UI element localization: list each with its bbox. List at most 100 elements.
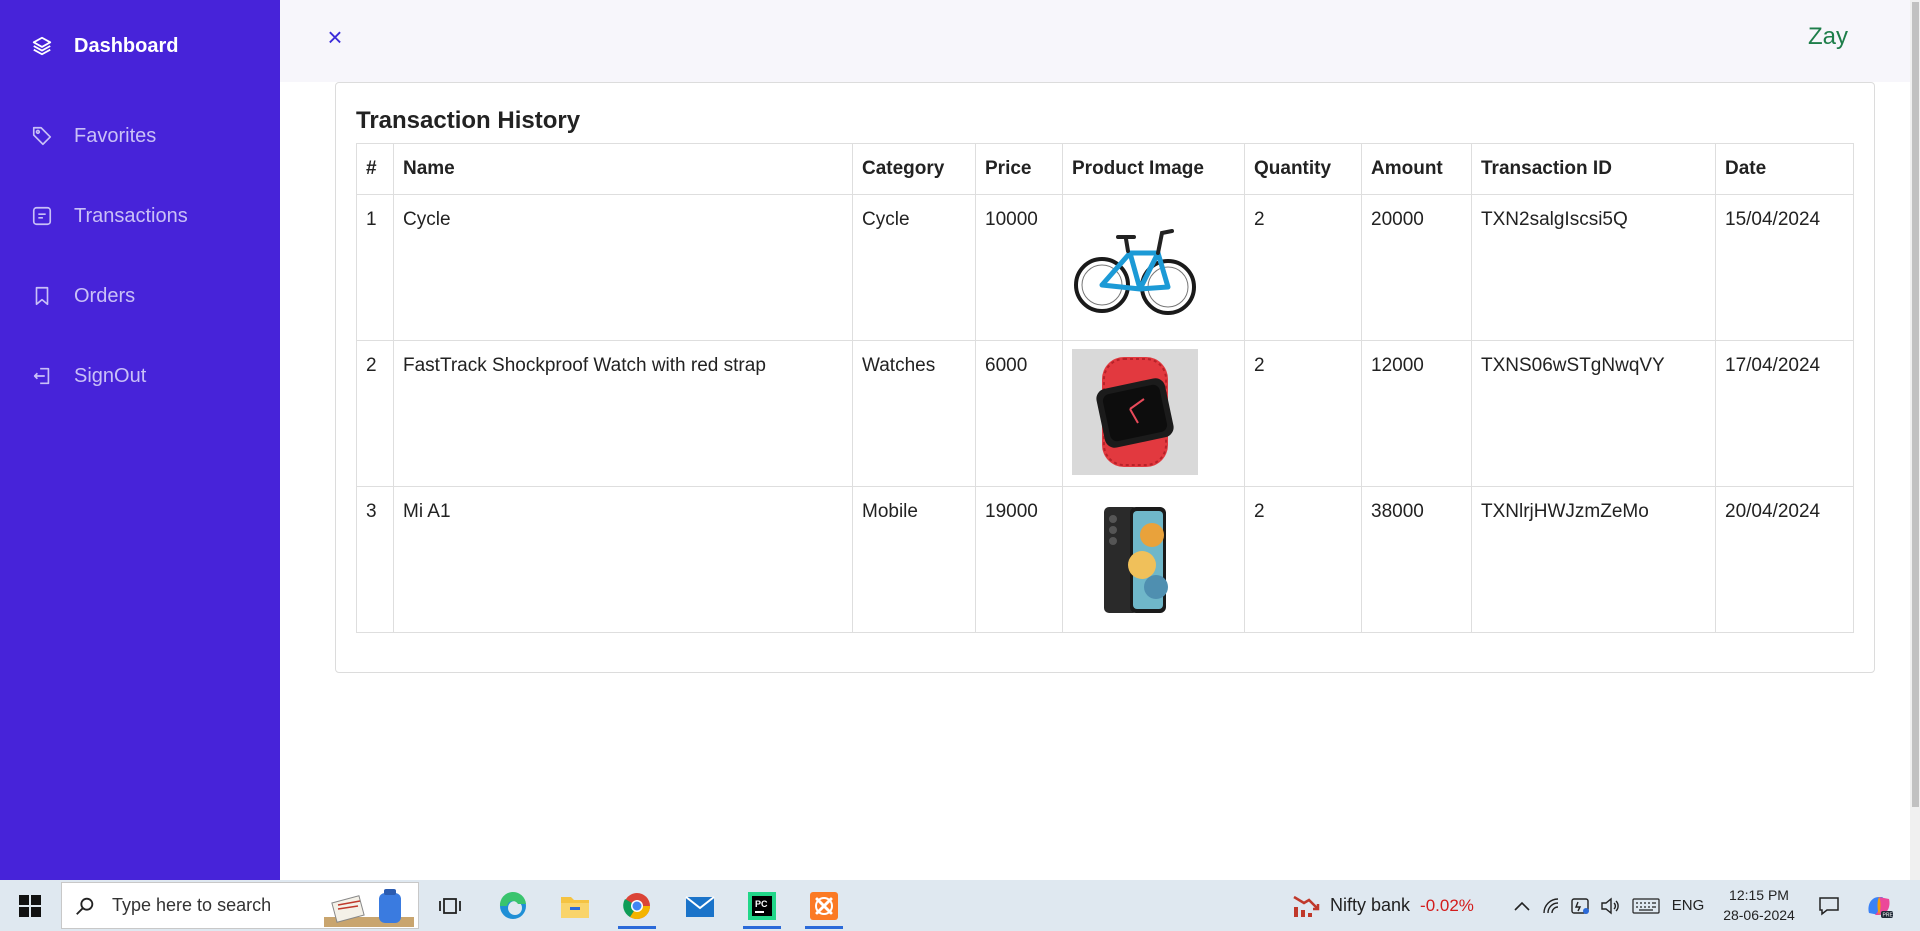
cell-price: 19000 [975, 486, 1063, 633]
top-header: × Zay [280, 0, 1912, 82]
chrome-browser-icon [623, 892, 651, 919]
windows-taskbar: Type here to search PC Nifty bank -0.02%… [0, 880, 1920, 931]
transaction-card: Transaction History # Name Category Pric… [335, 82, 1875, 673]
table-row: 1 Cycle Cycle 10000 2 20000 TXN2salgIscs… [356, 194, 1854, 341]
stock-widget[interactable]: Nifty bank -0.02% [1292, 880, 1474, 931]
copilot-button[interactable]: PRE [1862, 880, 1896, 931]
cell-quantity: 2 [1244, 194, 1362, 341]
cell-quantity: 2 [1244, 486, 1362, 633]
cell-date: 15/04/2024 [1715, 194, 1854, 341]
sidebar-item-transactions[interactable]: Transactions [28, 196, 188, 236]
copilot-icon: PRE [1868, 896, 1894, 918]
scrollbar-thumb[interactable] [1912, 2, 1919, 807]
volume-control[interactable] [1598, 880, 1624, 931]
sidebar-item-label: Favorites [74, 124, 157, 147]
sidebar-item-signout[interactable]: SignOut [28, 356, 146, 396]
sidebar-item-label: SignOut [74, 364, 147, 387]
sidebar-item-label: Transactions [74, 204, 188, 227]
column-header: Date [1715, 143, 1854, 195]
bicycle-image [1072, 203, 1198, 329]
wifi-status[interactable] [1540, 880, 1564, 931]
cell-name: Cycle [393, 194, 853, 341]
column-header: # [356, 143, 394, 195]
active-app-indicator [805, 926, 843, 929]
cell-price: 6000 [975, 340, 1063, 487]
widget-change: -0.02% [1420, 895, 1474, 915]
battery-status[interactable] [1568, 880, 1594, 931]
active-app-indicator [618, 926, 656, 929]
xampp-icon [810, 891, 838, 920]
table-header-row: # Name Category Price Product Image Quan… [356, 143, 1854, 195]
speaker-icon [1601, 897, 1619, 914]
cell-amount: 38000 [1361, 486, 1472, 633]
cell-name: FastTrack Shockproof Watch with red stra… [393, 340, 853, 487]
taskbar-search-box[interactable]: Type here to search [61, 882, 419, 929]
search-placeholder: Type here to search [112, 895, 272, 915]
sidebar-item-dashboard[interactable]: Dashboard [28, 26, 178, 66]
table-row: 3 Mi A1 Mobile 19000 2 38000 TXNlrjHWJzm… [356, 486, 1854, 633]
taskbar-app-pycharm[interactable]: PC [737, 882, 787, 929]
taskbar-app-xampp[interactable] [799, 882, 849, 929]
svg-text:PC: PC [755, 899, 768, 909]
sidebar-item-orders[interactable]: Orders [28, 276, 135, 316]
widget-name: Nifty bank [1330, 895, 1411, 915]
taskbar-app-edge[interactable] [488, 882, 538, 929]
cell-number: 3 [356, 486, 394, 633]
sidebar-item-favorites[interactable]: Favorites [28, 116, 156, 156]
task-view-icon [439, 897, 461, 914]
touch-keyboard-button[interactable] [1630, 880, 1662, 931]
task-view-button[interactable] [425, 882, 475, 929]
pycharm-icon: PC [748, 891, 776, 920]
column-header: Price [975, 143, 1063, 195]
phone-image [1072, 495, 1198, 621]
battery-charging-icon [1571, 897, 1589, 914]
cell-quantity: 2 [1244, 340, 1362, 487]
column-header: Name [393, 143, 853, 195]
page-scrollbar[interactable] [1910, 0, 1920, 880]
cell-amount: 12000 [1361, 340, 1472, 487]
cell-category: Cycle [852, 194, 976, 341]
sidebar: Dashboard Favorites Transactions Orders … [0, 0, 280, 880]
notification-icon [1819, 896, 1839, 916]
svg-text:PRE: PRE [1883, 912, 1894, 918]
column-header: Transaction ID [1471, 143, 1716, 195]
taskbar-clock[interactable]: 12:15 PM 28-06-2024 [1700, 885, 1818, 925]
clock-time: 12:15 PM [1729, 887, 1789, 903]
cell-name: Mi A1 [393, 486, 853, 633]
notifications-button[interactable] [1814, 880, 1844, 931]
cell-transaction-id: TXN2salgIscsi5Q [1471, 194, 1716, 341]
close-icon[interactable]: × [322, 24, 348, 50]
cell-transaction-id: TXNlrjHWJzmZeMo [1471, 486, 1716, 633]
tag-icon [28, 122, 56, 150]
show-hidden-icons-button[interactable] [1508, 880, 1536, 931]
folder-icon [561, 896, 589, 918]
cell-transaction-id: TXNS06wSTgNwqVY [1471, 340, 1716, 487]
search-icon [74, 895, 102, 917]
taskbar-app-mail[interactable] [675, 882, 725, 929]
cell-category: Mobile [852, 486, 976, 633]
page-title: Transaction History [356, 107, 581, 134]
cell-date: 17/04/2024 [1715, 340, 1854, 487]
edge-browser-icon [499, 891, 526, 919]
column-header: Product Image [1062, 143, 1245, 195]
search-highlight-icon [324, 889, 414, 927]
windows-logo-icon [19, 894, 41, 917]
mail-icon [685, 895, 715, 917]
cell-date: 20/04/2024 [1715, 486, 1854, 633]
cell-image [1062, 340, 1245, 487]
taskbar-app-chrome[interactable] [612, 882, 662, 929]
layers-icon [28, 32, 56, 60]
clock-date: 28-06-2024 [1723, 907, 1795, 923]
taskbar-app-file-explorer[interactable] [550, 882, 600, 929]
transaction-table: # Name Category Price Product Image Quan… [356, 143, 1854, 633]
sidebar-item-label: Dashboard [74, 34, 179, 57]
windows-start-button[interactable] [0, 880, 60, 931]
cell-image [1062, 194, 1245, 341]
cell-image [1062, 486, 1245, 633]
cell-category: Watches [852, 340, 976, 487]
active-app-indicator [743, 926, 781, 929]
cell-amount: 20000 [1361, 194, 1472, 341]
watch-image [1072, 349, 1198, 475]
cell-price: 10000 [975, 194, 1063, 341]
user-name[interactable]: Zay [1808, 23, 1848, 51]
